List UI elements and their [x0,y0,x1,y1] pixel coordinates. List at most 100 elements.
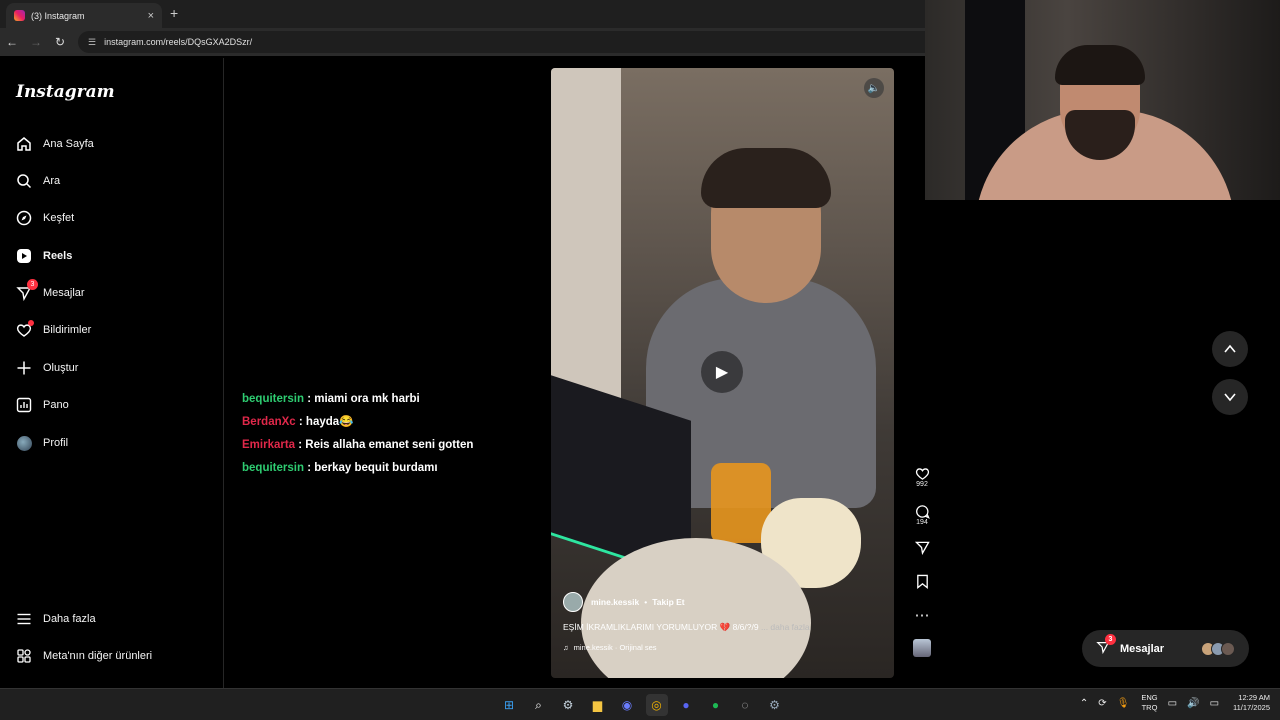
network-icon[interactable]: ▭ [1168,698,1177,709]
spotify-icon[interactable]: ● [705,694,727,716]
back-arrow-icon[interactable]: ← [0,35,24,49]
chat-text: : berkay bequit burdamı [307,462,438,474]
reload-icon[interactable]: ↻ [48,35,72,49]
meta-products-icon [16,648,32,664]
instagram-favicon-icon [14,10,25,21]
new-tab-button[interactable]: + [170,5,178,21]
sidebar-item-label: Keşfet [43,212,75,224]
sidebar-item-label: Ara [43,175,61,187]
chevron-up-icon[interactable]: ⌃ [1080,698,1088,709]
browser-tab[interactable]: (3) Instagram × [6,3,162,28]
sidebar-item-home[interactable]: Ana Sayfa [16,136,94,152]
search-icon [16,173,32,189]
messages-pill-badge: 3 [1105,634,1116,645]
app2-icon[interactable]: ◌ [734,694,756,716]
separator-dot: • [644,597,648,607]
audio-label: mine.kessik · Orijinal ses [573,643,657,652]
taskbar-apps: ⊞ ⌕ ⚙ ▆ ◉ ◎ ● ● ◌ ⚙ [498,694,793,716]
sidebar-item-explore[interactable]: Keşfet [16,210,74,226]
forward-arrow-icon[interactable]: → [24,35,48,49]
messages-pill-button[interactable]: 3 Mesajlar [1082,630,1249,667]
play-icon[interactable]: ▶ [701,351,743,393]
sidebar-item-messages[interactable]: 3 Mesajlar [16,279,85,301]
app-icon[interactable]: ◉ [616,694,638,716]
volume-icon[interactable]: 🔊 [1187,698,1199,709]
battery-icon[interactable]: ▭ [1210,698,1219,709]
settings-icon[interactable]: ⚙ [764,694,786,716]
close-tab-icon[interactable]: × [148,10,154,22]
video-person-hair [701,148,831,208]
sidebar-item-label: Oluştur [43,362,79,374]
sidebar-item-notifications[interactable]: Bildirimler [16,320,91,338]
sidebar-item-dashboard[interactable]: Pano [16,397,69,413]
url-text: instagram.com/reels/DQsGXA2DSzr/ [104,37,253,47]
reel-meta: mine.kessik • Takip Et EŞİM İKRAMLIKLARI… [563,592,883,652]
sidebar-item-more[interactable]: Daha fazla [16,611,96,627]
instagram-sidebar: Instagram Ana Sayfa Ara Keşfet Reels 3 M… [0,58,224,688]
save-action[interactable] [912,574,932,589]
webcam-overlay [925,0,1280,200]
chrome-icon[interactable]: ◎ [645,694,668,716]
clock-time: 12:29 AM [1238,693,1270,702]
chat-username: bequitersin [242,393,304,405]
microphone-icon[interactable]: 🎙 [1117,698,1130,709]
sidebar-item-reels[interactable]: Reels [16,248,72,264]
clock[interactable]: 12:29 AM 11/17/2025 [1233,693,1270,713]
share-icon[interactable] [914,540,930,555]
sidebar-item-label: Ana Sayfa [43,138,94,150]
address-bar[interactable]: ☰ instagram.com/reels/DQsGXA2DSzr/ [78,31,938,53]
file-explorer-icon[interactable]: ▆ [587,694,609,716]
sidebar-item-label: Meta'nın diğer ürünleri [43,650,153,662]
volume-icon[interactable]: 🔈 [864,78,884,98]
comment-action[interactable]: 194 [912,504,932,526]
system-tray: ⌃ ⟳ 🎙 ENG TRQ ▭ 🔊 ▭ 12:29 AM 11/17/2025 [1070,693,1270,713]
sidebar-item-label: Reels [43,250,73,262]
search-icon[interactable]: ⌕ [528,694,550,716]
sidebar-item-label: Pano [43,399,69,411]
chat-username: BerdanXc [242,416,296,428]
compass-icon [16,210,32,226]
reel-caption: EŞİM İKRAMLIKLARIMI YORUMLUYOR 💔 8/6/?/9… [563,622,883,633]
sidebar-item-meta-products[interactable]: Meta'nın diğer ürünleri [16,648,152,664]
discord-icon[interactable]: ● [675,694,697,716]
chat-message: Emirkarta : Reis allaha emanet seni gott… [242,434,473,457]
messenger-icon: 3 [1096,634,1116,657]
language-bottom: TRQ [1141,703,1158,712]
more-options-icon[interactable]: ⋯ [912,607,932,625]
windows-taskbar: ⊞ ⌕ ⚙ ▆ ◉ ◎ ● ● ◌ ⚙ ⌃ ⟳ 🎙 ENG TRQ ▭ 🔊 ▭ … [0,688,1280,720]
sidebar-item-search[interactable]: Ara [16,173,60,189]
caption-text: EŞİM İKRAMLIKLARIMI YORUMLUYOR 💔 8/6/?/9 [563,622,759,632]
messages-badge: 3 [27,279,38,290]
heart-icon [16,320,34,338]
language-indicator[interactable]: ENG TRQ [1141,693,1157,713]
instagram-logo[interactable]: Instagram [16,82,115,102]
sidebar-item-create[interactable]: Oluştur [16,360,78,376]
like-heart-icon[interactable] [915,466,930,481]
next-reel-button[interactable] [1212,379,1248,415]
reel-audio[interactable]: ♫ mine.kessik · Orijinal ses [563,643,883,652]
site-settings-icon[interactable]: ☰ [88,37,96,48]
sync-icon[interactable]: ⟳ [1098,698,1106,709]
caption-more-link[interactable]: ... daha fazla [761,622,810,632]
windows-start-icon[interactable]: ⊞ [498,694,520,716]
share-action[interactable] [912,540,932,555]
chat-message: bequitersin : miami ora mk harbi [242,388,473,411]
reel-video[interactable]: 🔈 ▶ mine.kessik • Takip Et EŞİM İKRAMLIK… [551,68,894,678]
language-top: ENG [1141,693,1158,702]
previous-reel-button[interactable] [1212,331,1248,367]
chat-text: : miami ora mk harbi [307,393,420,405]
bookmark-icon[interactable] [915,574,930,589]
chevron-down-icon [1224,393,1236,402]
sidebar-item-label: Mesajlar [43,287,85,299]
comment-icon[interactable] [915,504,930,519]
reel-author-avatar[interactable] [563,592,583,612]
chat-username: Emirkarta [242,439,296,451]
comment-count: 194 [916,519,928,526]
audio-thumbnail[interactable] [912,639,932,657]
like-action[interactable]: 992 [912,466,932,488]
follow-button[interactable]: Takip Et [652,597,684,607]
sidebar-item-label: Daha fazla [43,613,96,625]
reel-username[interactable]: mine.kessik [591,597,639,607]
sidebar-item-profile[interactable]: Profil [16,435,68,451]
steam-icon[interactable]: ⚙ [557,694,579,716]
